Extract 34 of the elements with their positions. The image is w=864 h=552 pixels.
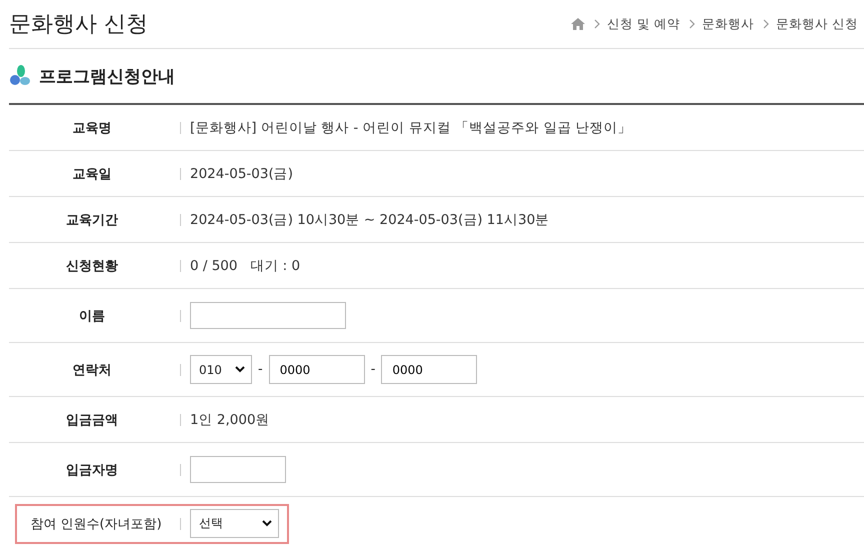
field-label: 교육명: [72, 120, 112, 136]
field-value: 2024-05-03(금): [190, 164, 293, 182]
section-title: 프로그램신청안내: [39, 66, 175, 88]
field-value: 1인 2,000원: [190, 410, 270, 428]
select-field[interactable]: 010: [190, 355, 252, 384]
input-field[interactable]: 0000: [268, 355, 365, 384]
field-label: 입금자명: [65, 462, 119, 478]
caret-icon: [235, 366, 245, 373]
field-label: 입금금액: [65, 412, 119, 428]
chevron-icon: [763, 19, 770, 29]
input-field[interactable]: [190, 456, 286, 483]
input-field[interactable]: 0000: [381, 355, 478, 384]
breadcrumb-link[interactable]: 문화행사: [702, 16, 754, 32]
dash-separator: -: [258, 362, 263, 377]
select-field[interactable]: 선택: [190, 509, 279, 538]
caret-icon: [262, 520, 272, 527]
leaf-icon: [9, 65, 31, 87]
dash-separator: -: [370, 362, 376, 377]
input-field[interactable]: [190, 302, 346, 329]
field-value: 2024-05-03(금) 10시30분 ~ 2024-05-03(금) 11시30분: [190, 210, 550, 228]
field-label: 교육기간: [65, 212, 119, 228]
home-icon[interactable]: [571, 18, 586, 30]
field-label: 교육일: [72, 166, 112, 182]
field-value: [문화행사] 어린이날 행사 - 어린이 뮤지컬 「백설공주와 일곱 난쟁이」: [190, 118, 632, 136]
page-title: 문화행사 신청: [9, 11, 148, 39]
field-label: 신청현황: [65, 258, 119, 274]
chevron-icon: [594, 19, 600, 29]
field-label: 연락처: [72, 362, 112, 378]
field-value: 0 / 500 대기 : 0: [190, 256, 300, 274]
field-label: 참여 인원수(자녀포함): [29, 516, 163, 532]
chevron-icon: [689, 19, 696, 29]
field-label: 이름: [78, 308, 106, 324]
breadcrumb-link[interactable]: 문화행사 신청: [776, 16, 858, 32]
breadcrumb-link[interactable]: 신청 및 예약: [607, 16, 680, 32]
